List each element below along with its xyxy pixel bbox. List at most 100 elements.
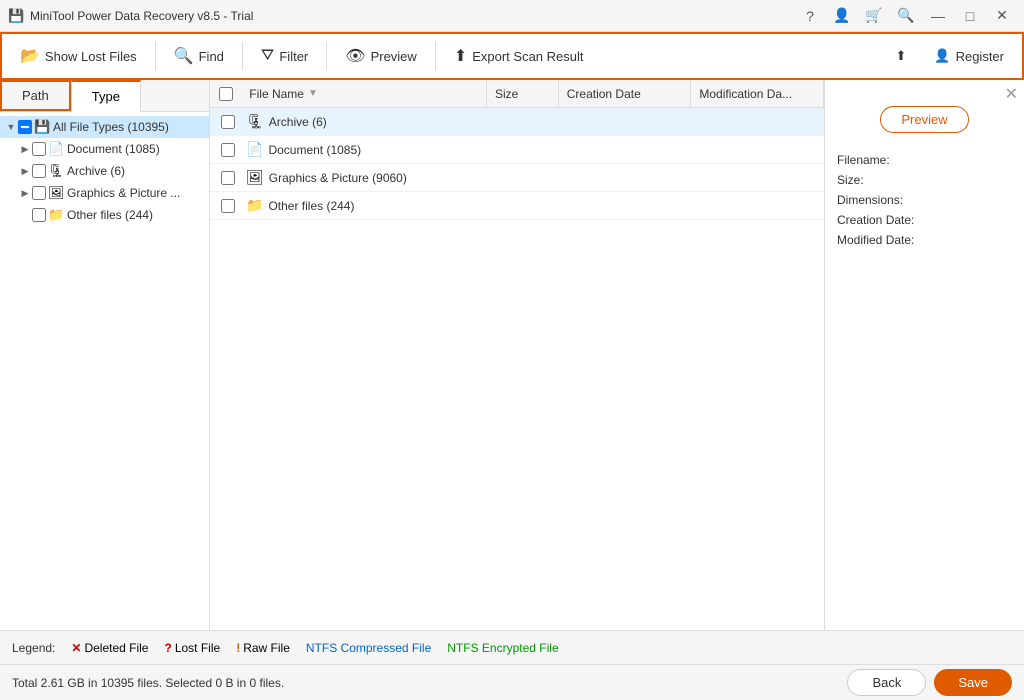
preview-size-label: Size: bbox=[837, 173, 864, 187]
document-file-icon: 📄 bbox=[246, 141, 263, 158]
save-button[interactable]: Save bbox=[934, 669, 1012, 696]
preview-modified-label: Modified Date: bbox=[837, 233, 914, 247]
toolbar-right: ⬆ 👤 Register bbox=[885, 43, 1014, 69]
tab-path[interactable]: Path bbox=[0, 80, 71, 111]
other-file-icon: 📁 bbox=[246, 197, 263, 214]
status-bar: Total 2.61 GB in 10395 files. Selected 0… bbox=[0, 664, 1024, 700]
tree-check-archive[interactable] bbox=[32, 164, 46, 178]
tree-expand-document[interactable]: ▶ bbox=[18, 142, 32, 156]
toolbar-separator-2 bbox=[242, 42, 243, 70]
preview-icon: 👁 bbox=[345, 46, 365, 66]
app-icon: 💾 bbox=[8, 8, 24, 24]
left-panel: Path Type ▼ 💾 All File Types (10395) ▶ 📄 bbox=[0, 80, 210, 630]
title-bar: 💾 MiniTool Power Data Recovery v8.5 - Tr… bbox=[0, 0, 1024, 32]
back-button[interactable]: Back bbox=[847, 669, 926, 696]
user-button[interactable]: 👤 bbox=[828, 5, 856, 27]
row-checkbox-graphics[interactable] bbox=[221, 171, 235, 185]
filter-button[interactable]: ⛛ Filter bbox=[251, 42, 318, 70]
row-checkbox-other[interactable] bbox=[221, 199, 235, 213]
column-header-creation[interactable]: Creation Date bbox=[559, 80, 692, 107]
preview-close-button[interactable]: ✕ bbox=[1005, 84, 1018, 104]
file-list: 🗜 Archive (6) 📄 Document (1085) bbox=[210, 108, 824, 630]
close-button[interactable]: ✕ bbox=[988, 5, 1016, 27]
document-icon: 📄 bbox=[48, 141, 64, 157]
tree-document-label: Document (1085) bbox=[67, 142, 160, 156]
row-check-other bbox=[210, 199, 246, 213]
select-all-checkbox[interactable] bbox=[219, 87, 233, 101]
preview-size-row: Size: bbox=[837, 173, 1012, 187]
export-icon: ⬆ bbox=[454, 46, 467, 66]
find-button[interactable]: 🔍 Find bbox=[164, 41, 234, 71]
archive-file-icon: 🗜 bbox=[246, 113, 264, 130]
tree-root-label: All File Types (10395) bbox=[53, 120, 169, 134]
tabs-row: Path Type bbox=[0, 80, 209, 112]
deleted-icon: ✕ bbox=[71, 641, 81, 655]
status-buttons: Back Save bbox=[847, 669, 1012, 696]
help-button[interactable]: ? bbox=[796, 5, 824, 27]
legend-lost: ? Lost File bbox=[164, 641, 220, 655]
register-button[interactable]: 👤 Register bbox=[924, 43, 1014, 69]
column-header-size[interactable]: Size bbox=[487, 80, 559, 107]
tree-expand-root[interactable]: ▼ bbox=[4, 120, 18, 134]
table-row[interactable]: 🖼 Graphics & Picture (9060) bbox=[210, 164, 824, 192]
legend-title: Legend: bbox=[12, 641, 55, 655]
legend-deleted: ✕ Deleted File bbox=[71, 641, 148, 655]
preview-filename-label: Filename: bbox=[837, 153, 890, 167]
column-header-filename[interactable]: File Name ▼ bbox=[241, 80, 487, 107]
app-title: MiniTool Power Data Recovery v8.5 - Tria… bbox=[30, 9, 796, 23]
lost-icon: ? bbox=[164, 641, 171, 655]
row-checkbox-archive[interactable] bbox=[221, 115, 235, 129]
register-label: Register bbox=[956, 49, 1004, 64]
row-filename-other: Other files (244) bbox=[268, 199, 444, 213]
table-row[interactable]: 📄 Document (1085) bbox=[210, 136, 824, 164]
preview-panel: ✕ Preview Filename: Size: Dimensions: Cr… bbox=[824, 80, 1024, 630]
tree-check-document[interactable] bbox=[32, 142, 46, 156]
window-controls: ? 👤 🛒 🔍 — □ ✕ bbox=[796, 5, 1016, 27]
tree-item-graphics[interactable]: ▶ 🖼 Graphics & Picture ... bbox=[14, 182, 209, 204]
preview-button[interactable]: 👁 Preview bbox=[335, 41, 427, 71]
preview-modified-row: Modified Date: bbox=[837, 233, 1012, 247]
share-icon: ⬆ bbox=[895, 48, 906, 64]
all-files-icon: 💾 bbox=[34, 119, 50, 135]
tree-expand-graphics[interactable]: ▶ bbox=[18, 186, 32, 200]
tree-item-other[interactable]: ▶ 📁 Other files (244) bbox=[14, 204, 209, 226]
cart-button[interactable]: 🛒 bbox=[860, 5, 888, 27]
share-button[interactable]: ⬆ bbox=[885, 43, 916, 69]
tree-check-other[interactable] bbox=[32, 208, 46, 222]
column-header-modification[interactable]: Modification Da... bbox=[691, 80, 824, 107]
preview-action-button[interactable]: Preview bbox=[880, 106, 968, 133]
tree-item-archive[interactable]: ▶ 🗜 Archive (6) bbox=[14, 160, 209, 182]
filename-sort-arrow: ▼ bbox=[308, 88, 318, 99]
table-row[interactable]: 🗜 Archive (6) bbox=[210, 108, 824, 136]
preview-creation-row: Creation Date: bbox=[837, 213, 1012, 227]
table-row[interactable]: 📁 Other files (244) bbox=[210, 192, 824, 220]
deleted-label: Deleted File bbox=[84, 641, 148, 655]
filter-icon: ⛛ bbox=[261, 47, 274, 65]
tree-check-root[interactable] bbox=[18, 120, 32, 134]
tree-archive-label: Archive (6) bbox=[67, 164, 125, 178]
export-scan-result-button[interactable]: ⬆ Export Scan Result bbox=[444, 41, 594, 71]
tree-expand-archive[interactable]: ▶ bbox=[18, 164, 32, 178]
row-filename-archive: Archive (6) bbox=[269, 115, 444, 129]
row-checkbox-document[interactable] bbox=[221, 143, 235, 157]
graphics-file-icon: 🖼 bbox=[246, 169, 264, 186]
find-icon: 🔍 bbox=[174, 46, 194, 66]
minimize-button[interactable]: — bbox=[924, 5, 952, 27]
row-check-graphics bbox=[210, 171, 246, 185]
legend-bar: Legend: ✕ Deleted File ? Lost File ! Raw… bbox=[0, 630, 1024, 664]
legend-raw: ! Raw File bbox=[236, 641, 290, 655]
tree-children: ▶ 📄 Document (1085) ▶ 🗜 Archive (6) ▶ 🖼 … bbox=[0, 138, 209, 226]
tree-item-document[interactable]: ▶ 📄 Document (1085) bbox=[14, 138, 209, 160]
tree-other-label: Other files (244) bbox=[67, 208, 153, 222]
preview-metadata: Filename: Size: Dimensions: Creation Dat… bbox=[837, 153, 1012, 253]
maximize-button[interactable]: □ bbox=[956, 5, 984, 27]
row-filename-graphics: Graphics & Picture (9060) bbox=[269, 171, 444, 185]
tab-type[interactable]: Type bbox=[71, 80, 141, 112]
tree-check-graphics[interactable] bbox=[32, 186, 46, 200]
preview-filename-row: Filename: bbox=[837, 153, 1012, 167]
show-lost-files-button[interactable]: 📂 Show Lost Files bbox=[10, 41, 147, 71]
toolbar: 📂 Show Lost Files 🔍 Find ⛛ Filter 👁 Prev… bbox=[0, 32, 1024, 80]
toolbar-separator-1 bbox=[155, 42, 156, 70]
tree-root[interactable]: ▼ 💾 All File Types (10395) bbox=[0, 116, 209, 138]
zoom-button[interactable]: 🔍 bbox=[892, 5, 920, 27]
